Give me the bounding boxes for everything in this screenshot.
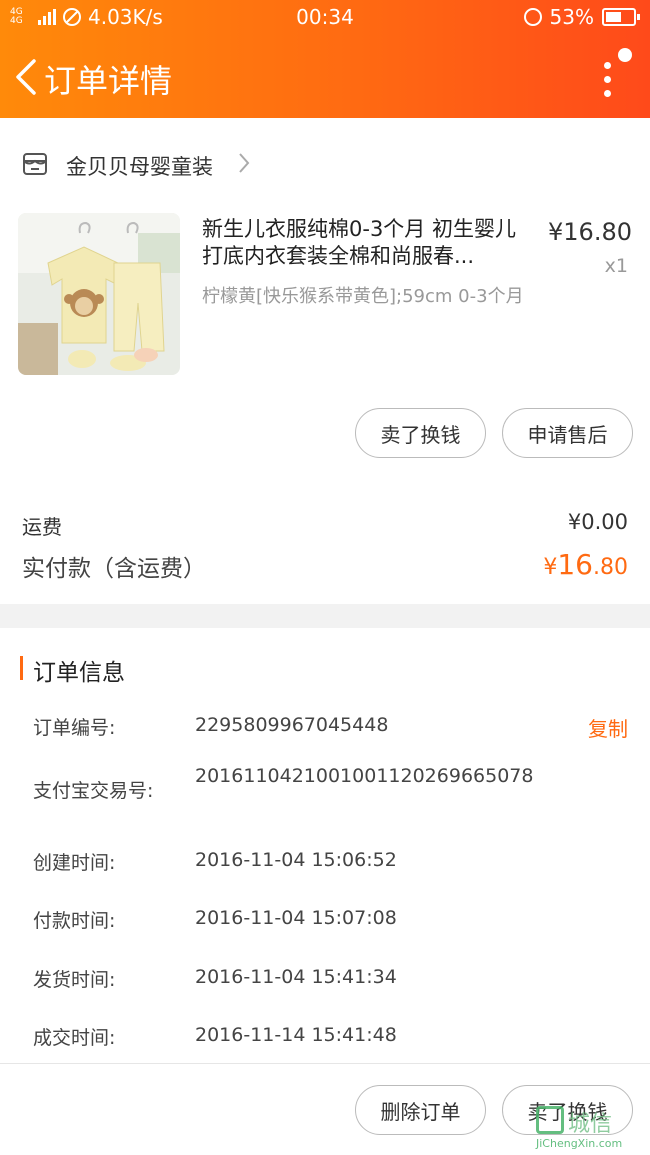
product-price: ¥16.80 [548,218,632,246]
section-divider [0,604,650,628]
nav-header: 订单详情 [0,40,650,116]
created-time-label: 创建时间: [33,852,116,874]
shipped-time-value: 2016-11-04 15:41:34 [195,966,397,988]
status-bar: 4G 4G 4.03K/s 00:34 53% [0,0,650,34]
watermark-text: 城信 [568,1112,613,1137]
copy-button[interactable]: 复制 [588,713,628,742]
paid-amount: ¥16.80 [543,548,628,581]
store-icon [23,153,47,175]
watermark-url: JiChengXin.com [536,1137,623,1150]
product-title[interactable]: 新生儿衣服纯棉0-3个月 初生婴儿打底内衣套装全棉和尚服春... [202,216,532,270]
shop-row[interactable]: 金贝贝母婴童装 [0,136,650,192]
delete-order-button[interactable]: 删除订单 [355,1085,486,1135]
watermark-logo-icon [536,1106,564,1134]
shipping-value: ¥0.00 [567,510,628,534]
shipping-label: 运费 [22,515,62,539]
more-vertical-icon[interactable] [600,48,632,100]
battery-icon [602,8,640,26]
paid-time-value: 2016-11-04 15:07:08 [195,907,397,929]
sell-for-cash-button[interactable]: 卖了换钱 [355,408,486,458]
chevron-right-icon [239,153,250,173]
watermark: 城信 JiChengXin.com [532,1104,650,1152]
page-title: 订单详情 [44,62,173,100]
paid-integer: 16 [557,548,593,581]
paid-decimal: .80 [593,555,628,580]
section-accent-bar [20,656,23,680]
alipay-trade-label: 支付宝交易号: [33,780,154,802]
order-number-label: 订单编号: [33,717,116,739]
shop-name: 金贝贝母婴童装 [66,155,213,179]
section-title: 订单信息 [33,660,125,686]
paid-currency: ¥ [543,555,558,580]
alipay-trade-value: 2016110421001001120269665078 [195,765,534,787]
created-time-value: 2016-11-04 15:06:52 [195,849,397,871]
shipped-time-label: 发货时间: [33,969,116,991]
paid-label: 实付款（含运费） [22,556,206,582]
completed-time-value: 2016-11-14 15:41:48 [195,1024,397,1046]
product-spec: 柠檬黄[快乐猴系带黄色];59cm 0-3个月 [202,286,524,307]
completed-time-label: 成交时间: [33,1027,116,1049]
order-number-value: 2295809967045448 [195,714,389,736]
paid-time-label: 付款时间: [33,910,116,932]
chevron-left-icon[interactable] [12,58,42,96]
product-quantity: x1 [604,255,628,277]
top-bar: 4G 4G 4.03K/s 00:34 53% 订单详情 [0,0,650,118]
status-right: 53% [523,5,640,29]
alarm-icon [523,8,542,26]
notification-dot [618,48,632,62]
product-image[interactable] [18,213,180,375]
after-sale-button[interactable]: 申请售后 [502,408,633,458]
battery-percent: 53% [549,5,594,29]
